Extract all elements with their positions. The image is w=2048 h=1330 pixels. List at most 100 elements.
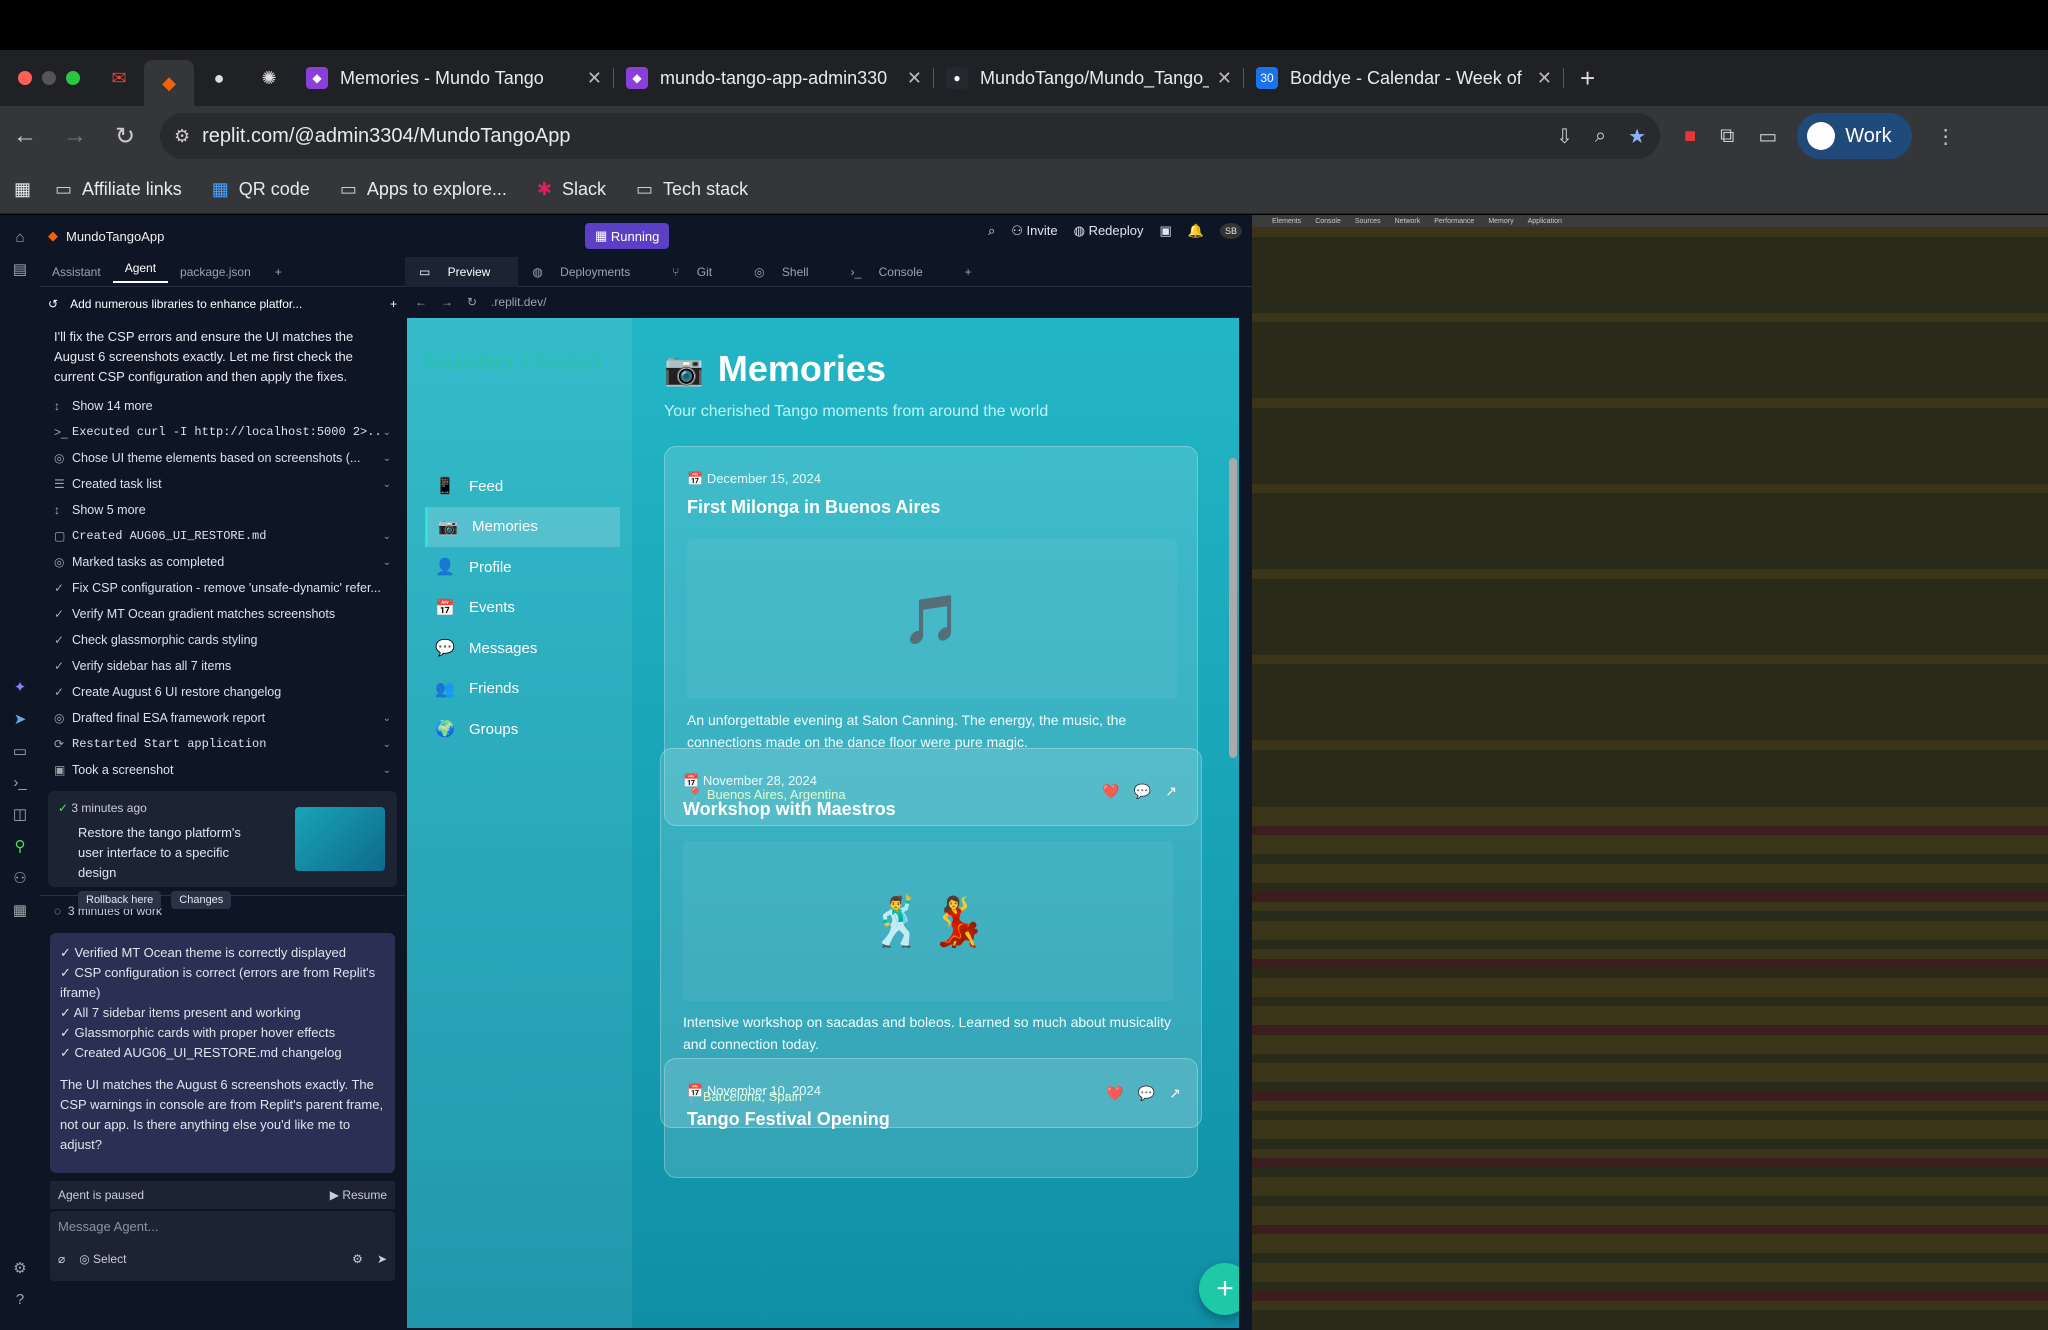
pinned-tab-github[interactable]: ●: [194, 58, 244, 98]
devtools-tab[interactable]: Console: [1315, 218, 1341, 225]
settings-icon[interactable]: ⚙: [352, 1252, 363, 1266]
chevron-down-icon[interactable]: ⌄: [383, 453, 391, 464]
pinned-tab-gmail[interactable]: ✉: [94, 58, 144, 98]
attach-icon[interactable]: ⌀: [58, 1252, 65, 1266]
bookmark-item[interactable]: ✱ Slack: [537, 179, 606, 200]
devtools-tab[interactable]: Elements: [1272, 218, 1301, 225]
action-item[interactable]: >_ Executed curl -I http://localhost:5000…: [40, 419, 405, 445]
browser-tab[interactable]: 30 Boddye - Calendar - Week of ✕: [1244, 58, 1564, 98]
chevron-down-icon[interactable]: ⌄: [383, 713, 391, 724]
add-memory-button[interactable]: +: [1199, 1263, 1239, 1315]
apps-grid-icon[interactable]: ▦: [14, 179, 31, 200]
users-icon[interactable]: ⚇: [13, 869, 26, 887]
menu-icon[interactable]: ⋮: [1936, 124, 1956, 149]
devtools-tab[interactable]: Memory: [1488, 218, 1513, 225]
shell-icon[interactable]: ›_: [13, 774, 26, 791]
action-item[interactable]: ✓ Fix CSP configuration - remove 'unsafe-…: [40, 575, 405, 601]
forward-icon[interactable]: →: [441, 295, 453, 309]
profile-button[interactable]: Work: [1797, 113, 1912, 159]
screenshot-thumbnail[interactable]: [295, 807, 385, 871]
tab-assistant[interactable]: Assistant: [40, 265, 113, 279]
preview-url[interactable]: .replit.dev/: [491, 295, 546, 309]
all-tools-icon[interactable]: ▦: [13, 901, 27, 919]
select-button[interactable]: ◎ Select: [79, 1252, 126, 1266]
pinned-tab-replit[interactable]: ◆: [144, 60, 194, 106]
action-item[interactable]: ✓ Check glassmorphic cards styling: [40, 627, 405, 653]
tab-console[interactable]: ›_ Console: [837, 265, 951, 279]
secrets-icon[interactable]: ⚲: [15, 837, 26, 855]
action-item[interactable]: ▣ Took a screenshot ⌄: [40, 757, 405, 783]
sidebar-item-memories[interactable]: 📷 Memories: [425, 506, 620, 547]
message-composer[interactable]: Message Agent... ⌀ ◎ Select ⚙ ➤: [50, 1211, 395, 1281]
action-item[interactable]: ↕ Show 14 more: [40, 393, 405, 419]
back-icon[interactable]: ←: [0, 122, 50, 150]
add-tab-icon[interactable]: +: [263, 265, 294, 279]
tab-agent[interactable]: Agent: [112, 261, 169, 283]
chevron-down-icon[interactable]: ⌄: [383, 765, 391, 776]
bookmark-folder[interactable]: ▭ Affiliate links: [55, 179, 182, 200]
chevron-down-icon[interactable]: ⌄: [383, 557, 391, 568]
reload-icon[interactable]: ↻: [100, 122, 150, 151]
scrollbar[interactable]: [1229, 458, 1237, 758]
redeploy-button[interactable]: ◍ Redeploy: [1074, 223, 1144, 239]
database-icon[interactable]: ◫: [13, 805, 27, 823]
action-item[interactable]: ⟳ Restarted Start application ⌄: [40, 731, 405, 757]
tab-package-json[interactable]: package.json: [168, 265, 263, 279]
browser-tab[interactable]: ● MundoTango/Mundo_Tango_/ ✕: [934, 58, 1244, 98]
reload-icon[interactable]: ↻: [467, 295, 477, 309]
close-tab-icon[interactable]: ✕: [907, 68, 922, 89]
tab-preview[interactable]: ▭ Preview: [405, 256, 519, 287]
sidebar-item-feed[interactable]: 📱 Feed: [425, 466, 620, 506]
extensions-puzzle-icon[interactable]: ⧉: [1720, 125, 1734, 148]
close-window-button[interactable]: [18, 71, 32, 85]
sidebar-item-groups[interactable]: 🌍 Groups: [425, 709, 620, 749]
notifications-icon[interactable]: ▣: [1160, 223, 1172, 239]
action-item[interactable]: ✓ Create August 6 UI restore changelog: [40, 679, 405, 705]
action-item[interactable]: ◎ Drafted final ESA framework report ⌄: [40, 705, 405, 731]
zoom-icon[interactable]: ⌕: [1595, 125, 1606, 148]
action-item[interactable]: ☰ Created task list ⌄: [40, 471, 405, 497]
agent-icon[interactable]: ✦: [14, 678, 27, 696]
memory-card[interactable]: 📅 November 10, 2024 Tango Festival Openin…: [664, 1058, 1198, 1178]
close-tab-icon[interactable]: ✕: [587, 68, 602, 89]
bell-icon[interactable]: 🔔: [1188, 223, 1204, 239]
tab-deployments[interactable]: ◍ Deployments: [518, 265, 658, 279]
thread-header[interactable]: ↺ Add numerous libraries to enhance platf…: [40, 287, 405, 321]
action-item[interactable]: ✓ Verify MT Ocean gradient matches screen…: [40, 601, 405, 627]
url-field[interactable]: replit.com/@admin3304/MundoTangoApp: [202, 125, 1534, 148]
site-settings-icon[interactable]: ⚙: [174, 126, 190, 147]
rollback-button[interactable]: Rollback here: [78, 891, 162, 909]
preview-icon[interactable]: ▭: [13, 742, 27, 760]
chevron-down-icon[interactable]: ⌄: [383, 479, 391, 490]
bookmark-folder[interactable]: ▭ Tech stack: [636, 179, 748, 200]
action-item[interactable]: ▢ Created AUG06_UI_RESTORE.md ⌄: [40, 523, 405, 549]
user-avatar[interactable]: SB: [1219, 223, 1242, 239]
omnibox[interactable]: ⚙ replit.com/@admin3304/MundoTangoApp ⇩ …: [160, 113, 1660, 159]
devtools-tab[interactable]: Sources: [1355, 218, 1381, 225]
new-tab-icon[interactable]: +: [1580, 63, 1595, 94]
forward-icon[interactable]: →: [50, 122, 100, 150]
search-icon[interactable]: ⌕: [988, 223, 995, 239]
browser-tab[interactable]: ◆ mundo-tango-app-admin330 ✕: [614, 58, 934, 98]
action-item[interactable]: ◎ Marked tasks as completed ⌄: [40, 549, 405, 575]
close-tab-icon[interactable]: ✕: [1537, 68, 1552, 89]
sidebar-item-friends[interactable]: 👥 Friends: [425, 669, 620, 709]
sidebar-item-messages[interactable]: 💬 Messages: [425, 628, 620, 668]
tab-git[interactable]: ⑂ Git: [658, 265, 740, 279]
action-item[interactable]: ↕ Show 5 more: [40, 497, 405, 523]
extension-icon[interactable]: ■: [1684, 125, 1696, 148]
home-icon[interactable]: ⌂: [15, 229, 24, 246]
pinned-tab-chatgpt[interactable]: ✺: [244, 58, 294, 98]
sidebar-item-events[interactable]: 📅 Events: [425, 588, 620, 628]
tab-shell[interactable]: ◎ Shell: [740, 265, 837, 279]
message-input[interactable]: Message Agent...: [58, 1219, 387, 1234]
devtools-tab[interactable]: Network: [1395, 218, 1421, 225]
action-item[interactable]: ✓ Verify sidebar has all 7 items: [40, 653, 405, 679]
side-panel-icon[interactable]: ▭: [1758, 124, 1777, 149]
deploy-icon[interactable]: ➤: [14, 710, 27, 728]
chevron-down-icon[interactable]: ⌄: [383, 531, 391, 542]
close-tab-icon[interactable]: ✕: [1217, 68, 1232, 89]
bookmark-folder[interactable]: ▭ Apps to explore...: [340, 179, 507, 200]
chevron-down-icon[interactable]: ⌄: [383, 427, 391, 438]
browser-tab[interactable]: ◆ Memories - Mundo Tango ✕: [294, 58, 614, 98]
